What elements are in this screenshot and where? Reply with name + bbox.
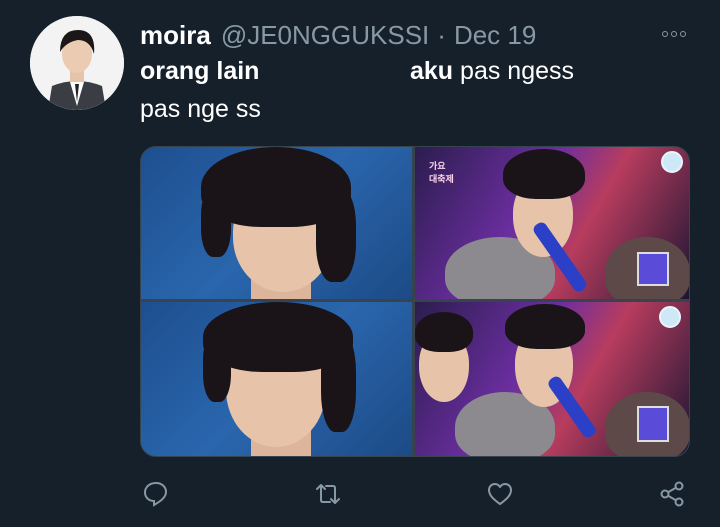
more-icon[interactable] <box>658 24 690 44</box>
avatar[interactable] <box>30 16 124 110</box>
tweet-text-line-2: pas nge ss <box>140 95 261 123</box>
display-name[interactable]: moira <box>140 20 211 51</box>
tweet-actions <box>140 478 690 510</box>
retweet-icon[interactable] <box>312 478 344 510</box>
user-handle[interactable]: @JE0NGGUKSSI <box>221 20 429 51</box>
media-image-4[interactable]: 가요대축제 <box>415 302 689 456</box>
share-icon[interactable] <box>656 478 688 510</box>
tweet-header: moira @JE0NGGUKSSI · Dec 19 <box>140 18 700 52</box>
media-grid: 가요대축제 가요대축제 <box>140 146 690 457</box>
media-image-3[interactable] <box>141 302 412 456</box>
avatar-image <box>30 16 124 110</box>
like-icon[interactable] <box>484 478 516 510</box>
text-left: orang lain <box>140 57 260 85</box>
text-right-rest: pas ngess <box>453 57 575 85</box>
reply-icon[interactable] <box>140 478 172 510</box>
media-image-2[interactable]: 가요 대축제 <box>415 147 689 299</box>
separator-dot: · <box>437 19 446 50</box>
text-right: aku pas ngess <box>410 57 574 86</box>
text-right-bold: aku <box>410 57 454 85</box>
tweet-text-line-1: orang lain aku pas ngess <box>140 57 610 86</box>
media-image-1[interactable] <box>141 147 412 299</box>
tweet-date[interactable]: Dec 19 <box>454 20 536 51</box>
